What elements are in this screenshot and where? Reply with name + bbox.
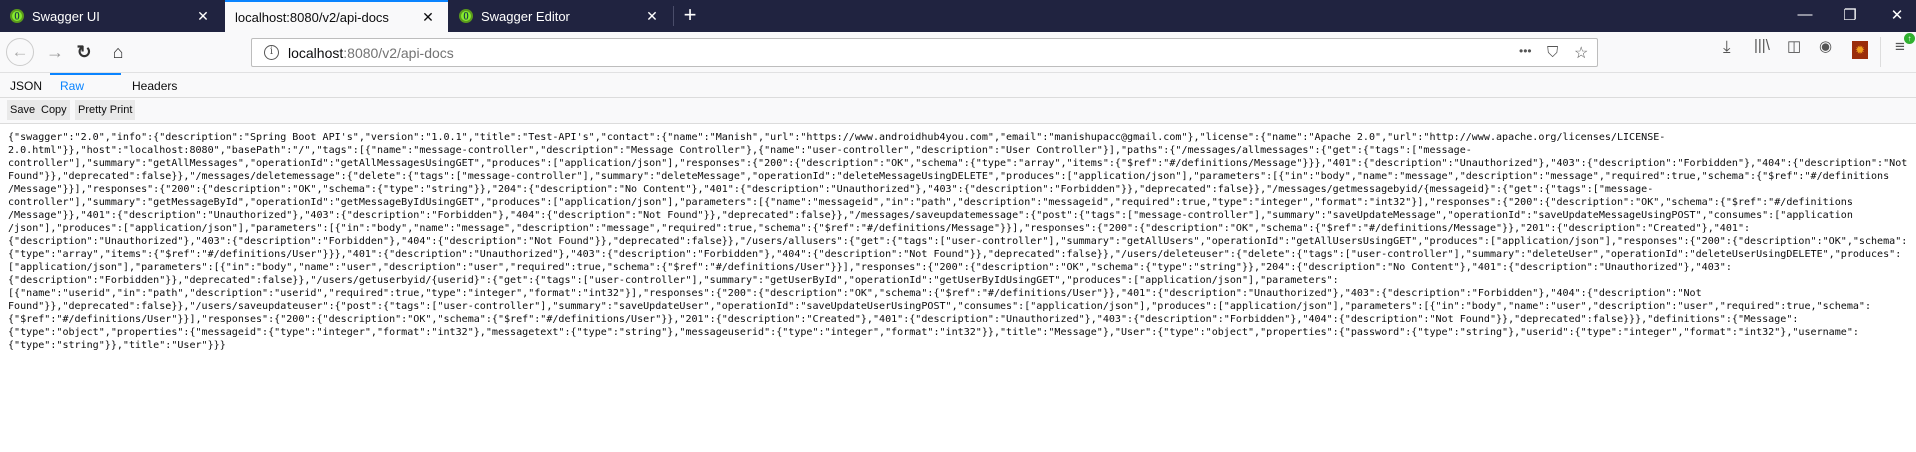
library-icon[interactable]: |||\: [1754, 37, 1770, 54]
update-badge-icon: ↑: [1904, 33, 1915, 44]
site-info-icon[interactable]: i: [264, 45, 279, 60]
raw-json-line: 2.0.html"}},"host":"localhost:8080","bas…: [8, 145, 1472, 156]
extension-icon[interactable]: ✹: [1852, 41, 1868, 59]
tab-strip: () Swagger UI ✕ localhost:8080/v2/api-do…: [0, 0, 1916, 32]
downloads-icon[interactable]: ⤓: [1723, 37, 1731, 57]
raw-json-line: /json"],"produces":["application/json"],…: [8, 223, 1751, 234]
tab-swagger-ui[interactable]: () Swagger UI ✕: [0, 0, 223, 32]
raw-json-line: {"$ref":"#/definitions/User"}}],"respons…: [8, 314, 1799, 325]
url-path: :8080/v2/api-docs: [343, 44, 454, 61]
raw-json-line: [{"name":"userid","in":"path","descripti…: [8, 288, 1702, 299]
raw-json-line: {"swagger":"2.0","info":{"description":"…: [8, 132, 1666, 143]
new-tab-button[interactable]: +: [680, 2, 700, 28]
tab-title: localhost:8080/v2/api-docs: [235, 9, 389, 25]
raw-json-line: controller"],"summary":"getMessageById",…: [8, 197, 1853, 208]
json-viewer-tabs: JSON Raw Data Headers: [0, 73, 1916, 115]
raw-data-toolbar: Save Copy Pretty Print: [0, 98, 1916, 124]
raw-json-line: ["application/json"],"parameters":[{"in"…: [8, 262, 1732, 273]
url-bar[interactable]: i localhost:8080/v2/api-docs ••• ⛉ ☆: [251, 38, 1598, 67]
minimize-icon[interactable]: —: [1790, 6, 1820, 23]
copy-button[interactable]: Copy: [38, 100, 70, 120]
close-tab-icon[interactable]: ✕: [642, 8, 662, 25]
raw-json-line: {"type":"array","items":{"$ref":"#/defin…: [8, 249, 1902, 260]
page-actions-button[interactable]: •••: [1519, 44, 1532, 58]
account-icon[interactable]: ◉: [1819, 37, 1832, 55]
tab-json[interactable]: JSON: [0, 73, 52, 97]
save-button[interactable]: Save: [7, 100, 39, 120]
tab-separator: [673, 6, 674, 26]
tab-title: Swagger Editor: [481, 8, 570, 24]
tab-swagger-editor[interactable]: () Swagger Editor ✕: [449, 0, 672, 32]
tab-title: Swagger UI: [32, 8, 100, 24]
raw-json-line: {"type":"object","properties":{"messagei…: [8, 327, 1859, 338]
raw-json-line: Found"}},"deprecated":false}},"/messages…: [8, 171, 1890, 182]
raw-json-line: {"description":"Unauthorized"},"403":{"d…: [8, 236, 1908, 247]
raw-json-line: /Message"}},"401":{"description":"Unauth…: [8, 210, 1853, 221]
reload-button[interactable]: ↻: [70, 40, 98, 64]
back-button[interactable]: ←: [6, 38, 34, 66]
tab-raw-data[interactable]: Raw Data: [50, 73, 121, 115]
pocket-icon[interactable]: ⛉: [1547, 44, 1558, 61]
close-window-icon[interactable]: ✕: [1882, 6, 1912, 24]
pretty-print-button[interactable]: Pretty Print: [75, 100, 136, 120]
raw-json-text: {"swagger":"2.0","info":{"description":"…: [8, 131, 1907, 352]
home-button[interactable]: ⌂: [104, 40, 132, 64]
restore-icon[interactable]: ❐: [1835, 6, 1865, 24]
swagger-favicon-icon: (): [10, 9, 24, 23]
close-tab-icon[interactable]: ✕: [418, 9, 438, 26]
navigation-toolbar: ← → ↻ ⌂ i localhost:8080/v2/api-docs •••…: [0, 32, 1916, 73]
tab-api-docs[interactable]: localhost:8080/v2/api-docs ✕: [225, 0, 448, 32]
raw-json-line: controller"],"summary":"getAllMessages",…: [8, 158, 1908, 169]
raw-json-line: {"description":"Forbidden"}},"deprecated…: [8, 275, 1339, 286]
swagger-favicon-icon: (): [459, 9, 473, 23]
url-host: localhost: [288, 44, 344, 61]
bookmark-star-icon[interactable]: ☆: [1574, 43, 1588, 63]
raw-json-line: {"type":"string"}},"title":"User"}}}: [8, 340, 226, 351]
raw-json-line: /Message"}}],"responses":{"200":{"descri…: [8, 184, 1654, 195]
forward-button[interactable]: →: [41, 40, 69, 64]
sidebar-icon[interactable]: ◫: [1787, 37, 1801, 55]
raw-json-line: Found"}},"deprecated":false}},"/users/sa…: [8, 301, 1872, 312]
toolbar-separator: [1880, 37, 1881, 67]
tab-headers[interactable]: Headers: [122, 73, 187, 97]
close-tab-icon[interactable]: ✕: [193, 8, 213, 25]
